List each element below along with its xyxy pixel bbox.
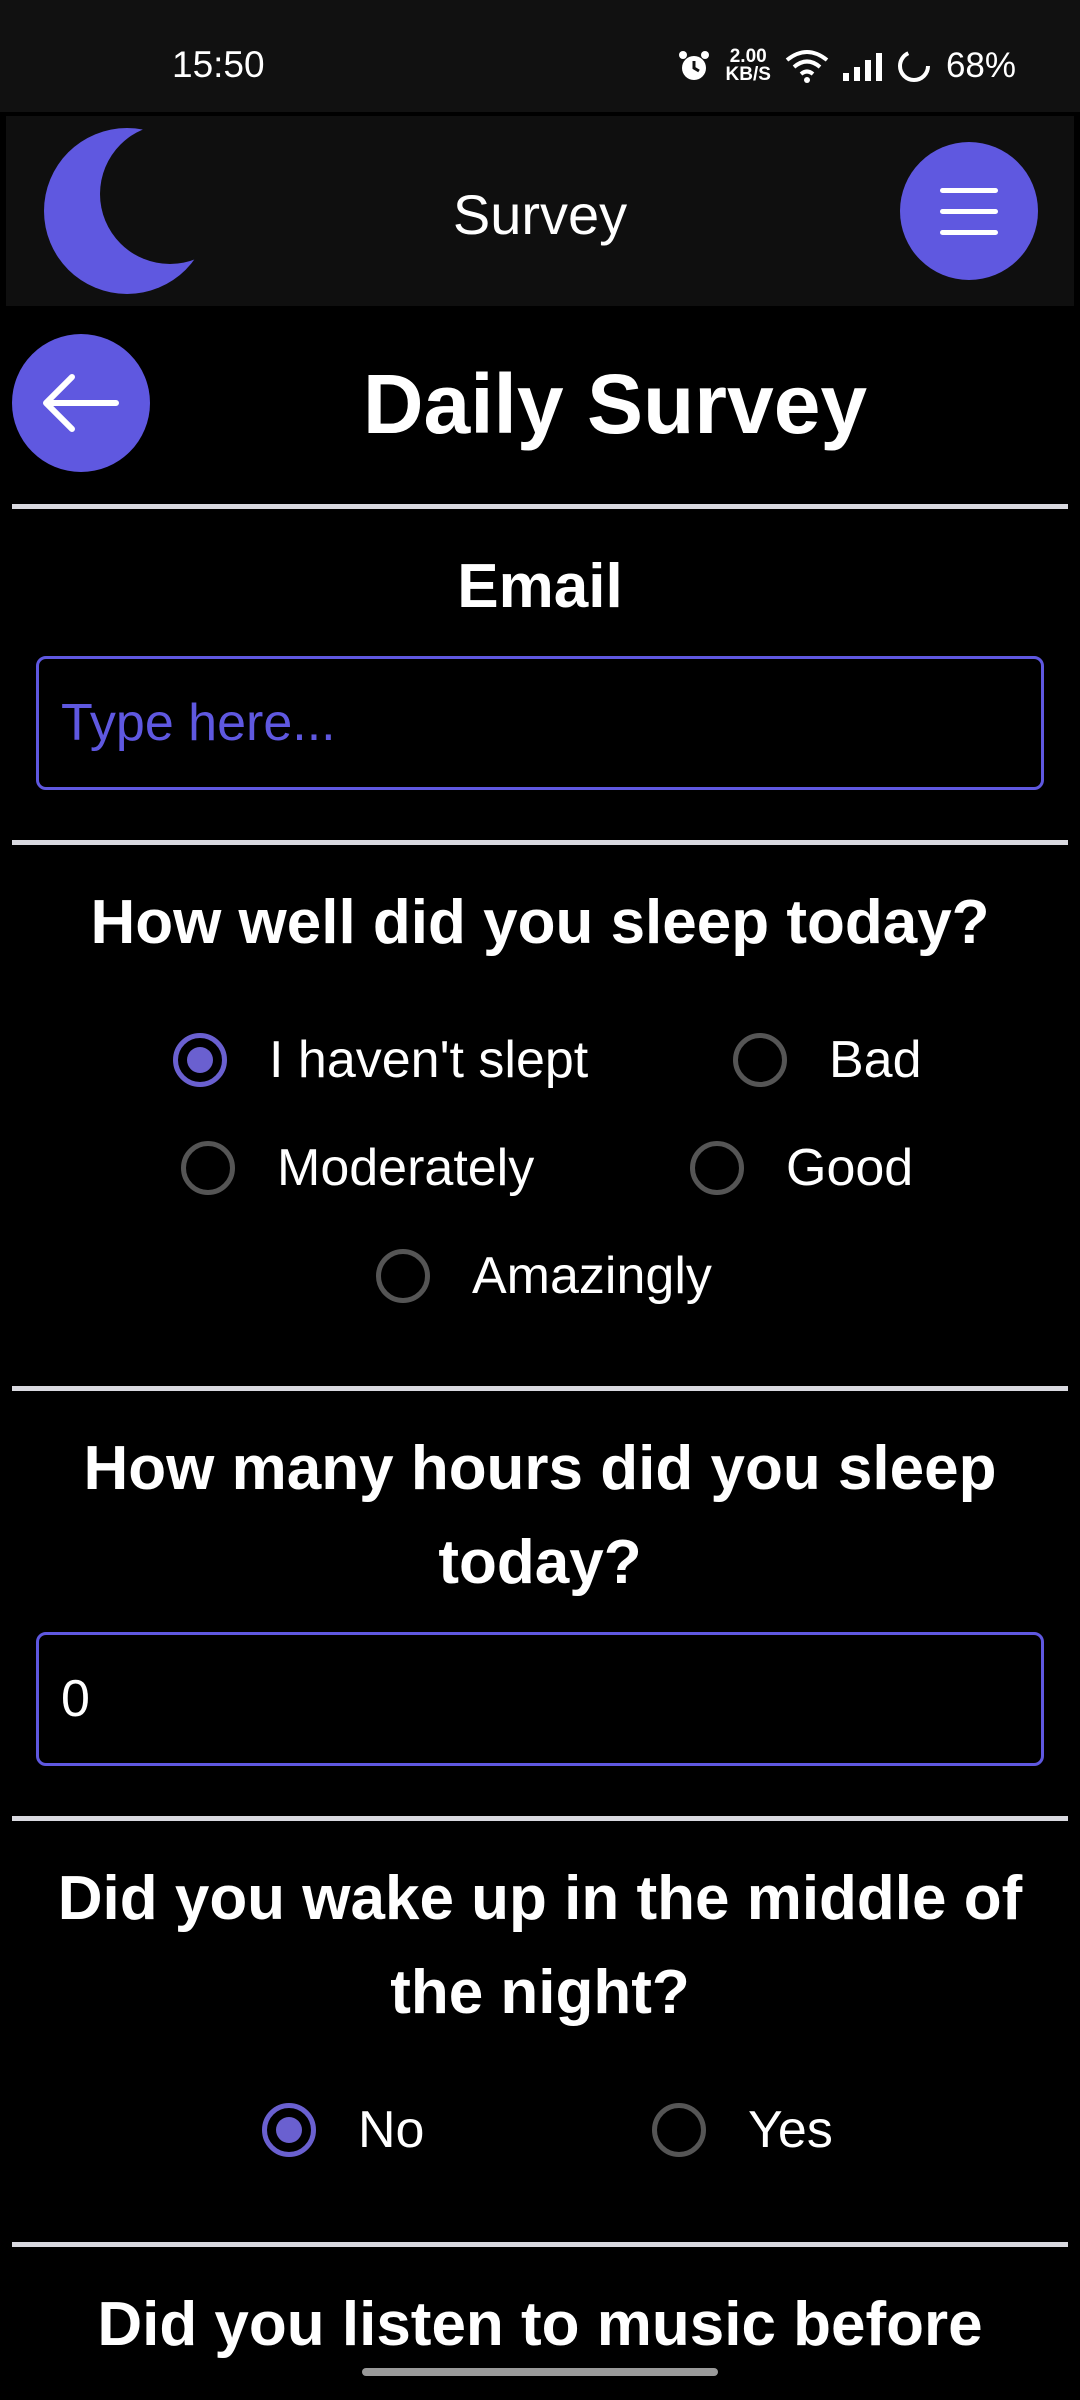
radio-label: Good <box>786 1139 914 1197</box>
divider <box>12 840 1068 845</box>
radio-option-havent-slept[interactable]: I haven't slept <box>173 1030 588 1090</box>
radio-option-good[interactable]: Good <box>690 1138 913 1198</box>
radio-label: Amazingly <box>472 1247 712 1305</box>
woke-up-question-line1: Did you wake up in the middle of <box>57 1864 1023 1933</box>
network-speed-unit: KB/S <box>725 64 771 85</box>
woke-up-question-line2: the night? <box>390 1958 690 2027</box>
sleep-hours-field-box <box>36 1632 1044 1766</box>
radio-label: Moderately <box>277 1139 535 1197</box>
status-time: 15:50 <box>172 44 265 85</box>
network-speed: 2.00 KB/S <box>725 47 771 85</box>
radio-button[interactable] <box>181 1141 235 1195</box>
music-question-line1: Did you listen to music before <box>97 2290 983 2359</box>
signal-icon <box>842 51 882 81</box>
app-bar: Survey <box>6 116 1074 306</box>
gesture-navigation-handle[interactable] <box>362 2368 718 2376</box>
back-button[interactable] <box>12 334 150 472</box>
radio-option-no[interactable]: No <box>262 2100 424 2160</box>
sleep-hours-field[interactable] <box>39 1635 1041 1763</box>
battery-percent: 68% <box>945 46 1016 85</box>
email-field[interactable] <box>39 659 1041 787</box>
sleep-hours-question-line1: How many hours did you sleep <box>83 1434 997 1503</box>
radio-button[interactable] <box>376 1249 430 1303</box>
arrow-left-icon <box>43 374 119 432</box>
divider <box>12 504 1068 509</box>
battery-icon <box>897 50 930 82</box>
divider <box>12 1386 1068 1391</box>
email-field-box <box>36 656 1044 790</box>
radio-button[interactable] <box>733 1033 787 1087</box>
radio-button-checked[interactable] <box>173 1033 227 1087</box>
radio-option-yes[interactable]: Yes <box>652 2100 833 2160</box>
radio-option-bad[interactable]: Bad <box>733 1030 922 1090</box>
divider <box>12 1816 1068 1821</box>
radio-button[interactable] <box>690 1141 744 1195</box>
radio-button[interactable] <box>652 2103 706 2157</box>
page-title: Daily Survey <box>362 357 868 451</box>
radio-label: I haven't slept <box>269 1031 589 1089</box>
radio-option-amazingly[interactable]: Amazingly <box>376 1246 712 1306</box>
menu-button[interactable] <box>900 142 1038 280</box>
radio-button-checked[interactable] <box>262 2103 316 2157</box>
radio-label: Bad <box>829 1031 922 1089</box>
sleep-hours-question-line2: today? <box>438 1528 642 1597</box>
wifi-icon <box>785 50 829 83</box>
radio-label: No <box>358 2101 425 2159</box>
email-label: Email <box>457 552 623 621</box>
alarm-icon <box>678 51 709 80</box>
status-bar: 15:50 2.00 KB/S 68% <box>0 0 1080 112</box>
divider <box>12 2242 1068 2247</box>
radio-label: Yes <box>748 2101 833 2159</box>
sleep-quality-question: How well did you sleep today? <box>90 888 990 957</box>
status-icons: 2.00 KB/S 68% <box>676 44 1016 88</box>
radio-option-moderately[interactable]: Moderately <box>181 1138 534 1198</box>
